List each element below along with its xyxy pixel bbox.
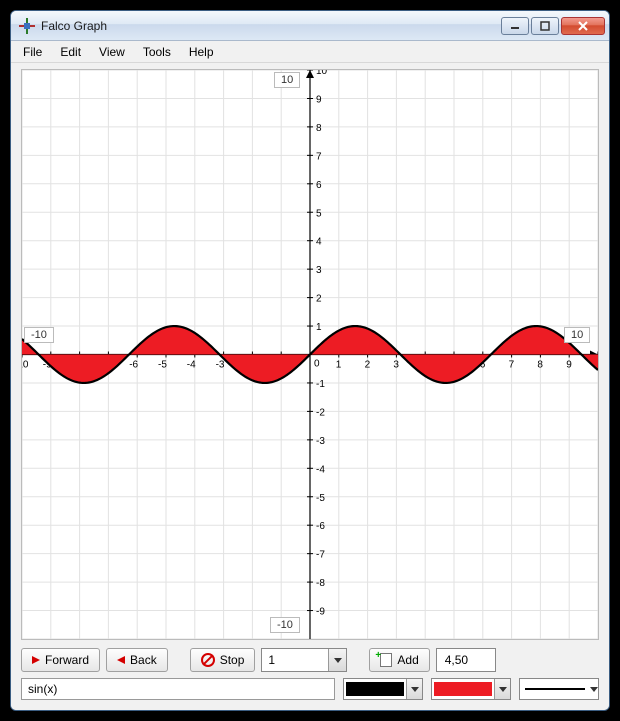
app-icon: [19, 18, 35, 34]
window-title: Falco Graph: [41, 19, 501, 33]
line-color-picker[interactable]: [343, 678, 423, 700]
back-label: Back: [130, 653, 157, 667]
svg-text:3: 3: [393, 360, 399, 371]
svg-text:-2: -2: [316, 407, 325, 418]
menu-tools[interactable]: Tools: [135, 43, 179, 61]
svg-text:8: 8: [316, 123, 322, 134]
menu-view[interactable]: View: [91, 43, 133, 61]
svg-text:3: 3: [316, 265, 322, 276]
chevron-down-icon: [590, 687, 598, 692]
svg-text:10: 10: [316, 70, 328, 77]
svg-text:-5: -5: [158, 360, 167, 371]
svg-text:-1: -1: [316, 379, 325, 390]
titlebar: Falco Graph: [11, 11, 609, 41]
svg-text:-4: -4: [187, 360, 196, 371]
add-label: Add: [397, 653, 418, 667]
chevron-down-icon: [494, 679, 510, 699]
fill-color-swatch: [434, 682, 492, 696]
svg-text:2: 2: [365, 360, 371, 371]
svg-text:0: 0: [314, 359, 320, 370]
chart-canvas[interactable]: -10-9-8-7-6-5-4-3-2-1012345678910-9-8-7-…: [21, 69, 599, 640]
line-style-preview: [525, 688, 585, 690]
svg-text:-6: -6: [316, 521, 325, 532]
svg-text:8: 8: [537, 360, 543, 371]
step-combo[interactable]: 1: [261, 648, 347, 672]
line-style-picker[interactable]: [519, 678, 599, 700]
svg-text:5: 5: [316, 208, 322, 219]
menu-help[interactable]: Help: [181, 43, 222, 61]
stop-label: Stop: [220, 653, 245, 667]
line-color-swatch: [346, 682, 404, 696]
arrow-right-icon: [32, 656, 40, 664]
value-display[interactable]: 4,50: [436, 648, 496, 672]
maximize-button[interactable]: [531, 17, 559, 35]
minimize-button[interactable]: [501, 17, 529, 35]
svg-text:6: 6: [316, 180, 322, 191]
svg-text:-4: -4: [316, 464, 325, 475]
svg-text:-8: -8: [316, 578, 325, 589]
chevron-down-icon: [328, 649, 346, 671]
range-label-x-left: -10: [24, 327, 54, 343]
step-value: 1: [262, 653, 328, 667]
menubar: File Edit View Tools Help: [11, 41, 609, 63]
close-button[interactable]: [561, 17, 605, 35]
svg-text:-3: -3: [316, 436, 325, 447]
svg-text:9: 9: [316, 94, 322, 105]
stop-button[interactable]: Stop: [190, 648, 256, 672]
add-button[interactable]: Add: [369, 648, 429, 672]
svg-text:7: 7: [509, 360, 515, 371]
content-area: -10-9-8-7-6-5-4-3-2-1012345678910-9-8-7-…: [11, 63, 609, 710]
svg-text:2: 2: [316, 294, 322, 305]
main-window: Falco Graph File Edit View Tools Help -1…: [10, 10, 610, 711]
svg-text:-6: -6: [129, 360, 138, 371]
svg-text:1: 1: [316, 322, 322, 333]
svg-text:1: 1: [336, 360, 342, 371]
chevron-down-icon: [406, 679, 422, 699]
svg-text:-3: -3: [216, 360, 225, 371]
stop-icon: [201, 653, 215, 667]
toolbar: Forward Back Stop 1 Add 4,50: [21, 640, 599, 676]
svg-text:-7: -7: [316, 550, 325, 561]
svg-text:4: 4: [316, 237, 322, 248]
bottom-row: sin(x): [21, 676, 599, 706]
forward-label: Forward: [45, 653, 89, 667]
range-label-y-bottom: -10: [270, 617, 300, 633]
svg-text:9: 9: [566, 360, 572, 371]
svg-text:-5: -5: [316, 493, 325, 504]
range-label-y-top: 10: [274, 72, 300, 88]
formula-input[interactable]: sin(x): [21, 678, 335, 700]
add-icon: [380, 653, 392, 667]
arrow-left-icon: [117, 656, 125, 664]
svg-text:-9: -9: [316, 607, 325, 618]
fill-color-picker[interactable]: [431, 678, 511, 700]
forward-button[interactable]: Forward: [21, 648, 100, 672]
back-button[interactable]: Back: [106, 648, 168, 672]
svg-text:-10: -10: [22, 360, 29, 371]
menu-file[interactable]: File: [15, 43, 50, 61]
window-controls: [501, 17, 605, 35]
svg-text:7: 7: [316, 151, 322, 162]
menu-edit[interactable]: Edit: [52, 43, 89, 61]
range-label-x-right: 10: [564, 327, 590, 343]
